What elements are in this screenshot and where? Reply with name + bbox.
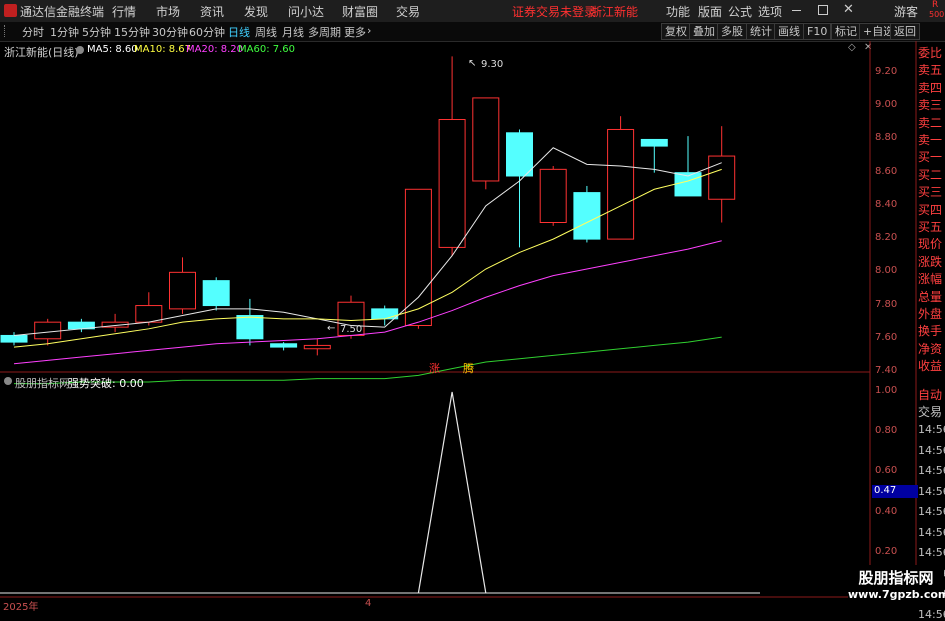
trade-label[interactable]: 交易: [918, 403, 945, 420]
indicator-axis-tick: 0.80: [875, 425, 898, 437]
tick-time: 14:56: [918, 607, 945, 621]
quote-row-label: 卖二: [918, 115, 943, 130]
indicator-name: 股朋指标网: [15, 377, 70, 390]
watermark-name: 股朋指标网: [858, 569, 934, 587]
quote-row-label: 买二: [918, 167, 943, 182]
candle-body[interactable]: [303, 344, 331, 350]
price-chart[interactable]: [0, 0, 945, 609]
indicator-axis-tick: 0.20: [875, 545, 898, 557]
price-axis-tick: 7.60: [875, 331, 898, 343]
candle-body[interactable]: [236, 315, 264, 340]
price-axis-tick: 8.60: [875, 165, 898, 177]
price-axis-tick: 8.80: [875, 132, 898, 144]
quote-row-label: 净资: [918, 341, 943, 356]
candle-body[interactable]: [371, 308, 399, 320]
quote-row-label: 委比: [918, 46, 943, 60]
candle-body[interactable]: [202, 280, 230, 307]
tick-time: 14:56: [918, 423, 945, 436]
time-axis-year: 2025年: [3, 602, 39, 613]
tick-time: 14:56: [918, 484, 945, 498]
price-axis-tick: 9.00: [875, 99, 898, 111]
quote-row-label: 买五: [918, 220, 943, 234]
quote-row-label: 收益: [918, 359, 943, 374]
candle-body[interactable]: [270, 343, 298, 348]
candle-body[interactable]: [438, 119, 466, 248]
high-price-label: 9.30: [481, 59, 504, 70]
indicator-line: [417, 391, 487, 594]
candle-body[interactable]: [607, 128, 635, 240]
tick-time: 14:56: [918, 464, 945, 477]
quote-row-label: 买一: [918, 150, 943, 165]
low-price-label: 7.50: [340, 324, 363, 335]
quote-row-label: 卖四: [918, 80, 943, 95]
quote-row-label: 买四: [918, 202, 943, 217]
candle-body[interactable]: [506, 132, 533, 177]
price-axis-tick: 8.20: [875, 232, 898, 244]
indicator-axis-tick: 0.60: [875, 465, 898, 477]
tick-time: 14:56: [918, 505, 945, 518]
quote-row-label: 换手: [918, 324, 943, 339]
ma20-line: [13, 240, 722, 365]
price-axis-tick: 8.00: [875, 265, 898, 277]
quote-row-label: 现价: [918, 237, 943, 252]
quote-row-label: 涨幅: [918, 272, 943, 287]
indicator-formula: 强势突破: 0.00: [68, 377, 144, 390]
candle-body[interactable]: [573, 192, 601, 240]
indicator-axis-tick: 0.40: [875, 505, 898, 517]
rise-signal-label: 涨: [429, 362, 440, 375]
high-marker: ↖: [468, 58, 477, 69]
candle-body[interactable]: [640, 138, 668, 147]
candle-body[interactable]: [708, 155, 736, 200]
quote-row-label: 卖三: [918, 98, 943, 113]
watermark: 股朋指标网 www.7gpzb.com: [848, 565, 945, 609]
candle-body[interactable]: [0, 334, 28, 343]
watermark-url: www.7gpzb.com: [848, 588, 945, 601]
price-axis-tick: 9.20: [875, 66, 898, 77]
time-axis-month: 4: [365, 598, 372, 609]
price-axis-tick: 8.40: [875, 198, 898, 210]
trade-label[interactable]: 自动: [918, 386, 945, 403]
candle-body[interactable]: [169, 271, 196, 310]
quote-row-label: 卖五: [918, 63, 943, 78]
candle-body[interactable]: [539, 168, 567, 224]
price-axis-tick: 7.40: [875, 365, 898, 376]
quote-row-label: 总量: [918, 289, 943, 304]
quote-row-label: 卖一: [918, 133, 943, 147]
tick-time: 14:56: [918, 525, 945, 539]
candle-body[interactable]: [135, 305, 163, 323]
indicator-current-value: 0.47: [872, 485, 918, 498]
candle-body[interactable]: [472, 97, 500, 182]
candle-body[interactable]: [34, 321, 62, 340]
price-axis-tick: 7.80: [875, 298, 898, 310]
tick-time: 14:56: [918, 546, 945, 559]
surge-signal-label: 腾: [463, 362, 474, 375]
low-marker: ←: [327, 323, 336, 334]
tick-time: 14:56: [918, 443, 945, 457]
quote-row-label: 买三: [918, 185, 943, 200]
quote-row-label: 涨跌: [918, 254, 943, 269]
indicator-axis-tick: 1.00: [875, 385, 898, 396]
quote-row-label: 外盘: [918, 307, 943, 321]
indicator-toggle-icon[interactable]: [4, 377, 12, 385]
